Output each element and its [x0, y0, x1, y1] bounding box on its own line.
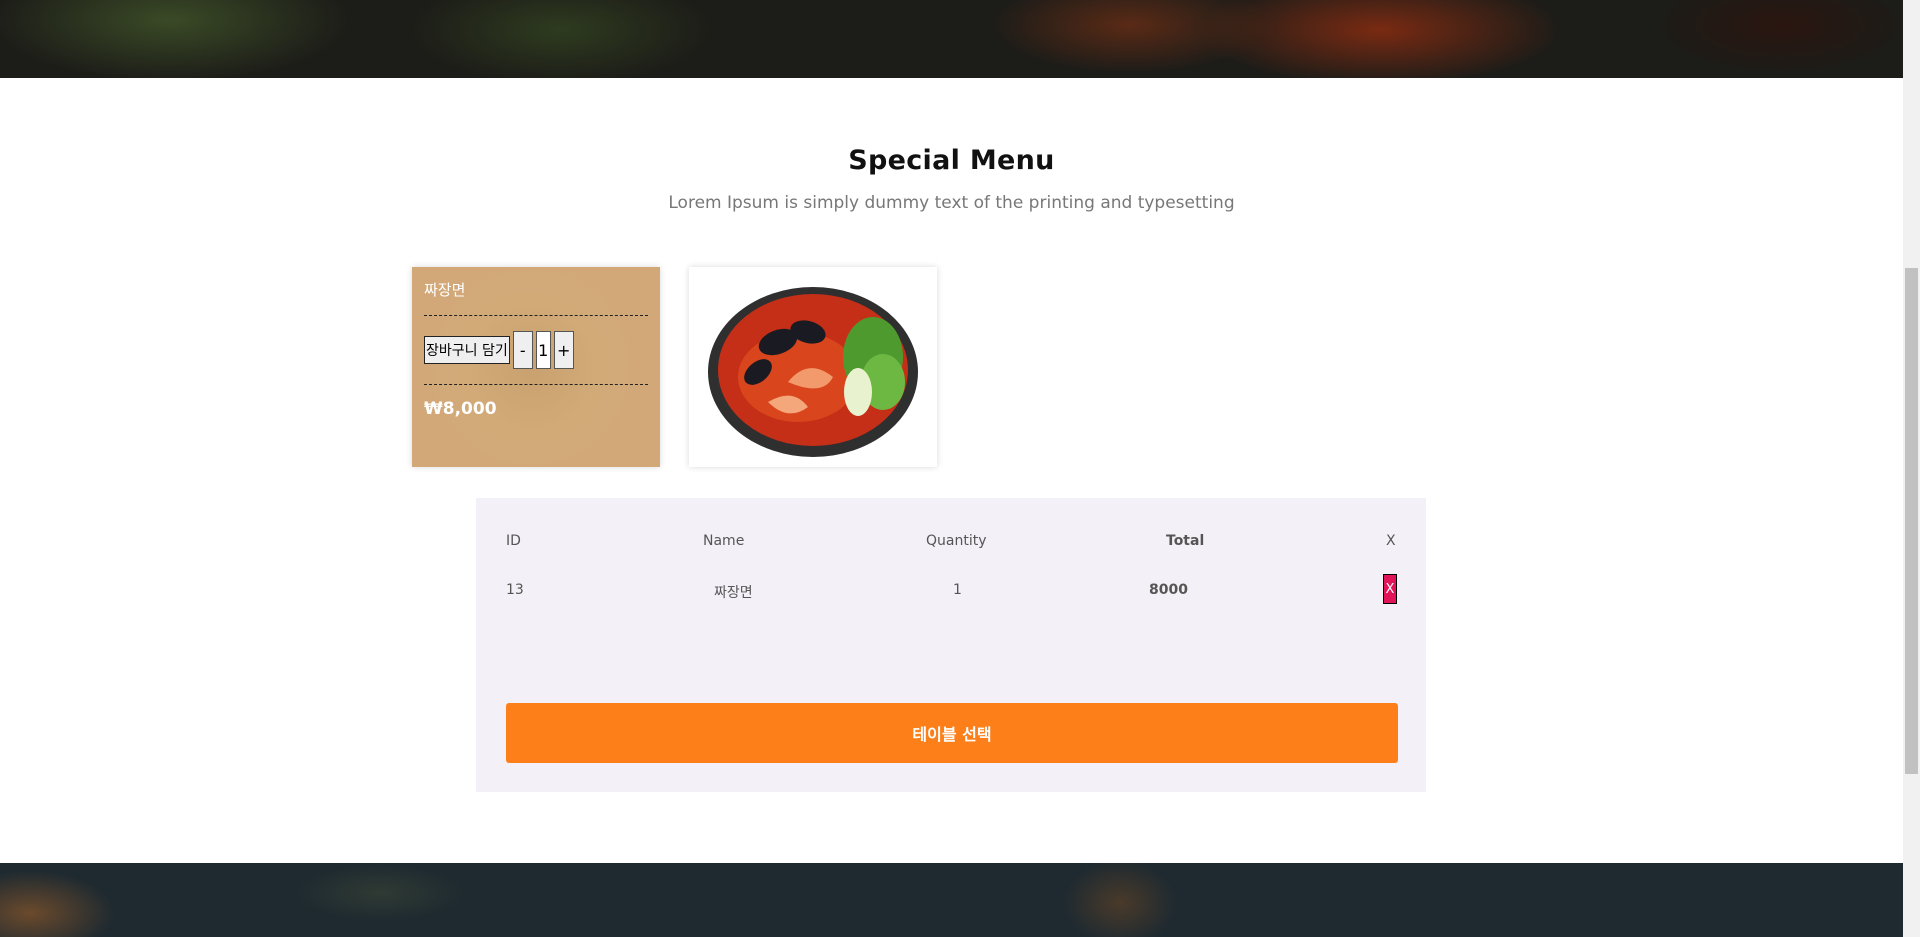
- cart-panel: ID Name Quantity Total X 13 짜장면 1 8000 X…: [476, 498, 1426, 792]
- hero-banner-top: [0, 0, 1903, 78]
- scrollbar[interactable]: [1903, 0, 1920, 937]
- divider: [424, 315, 648, 316]
- quantity-value: 1: [535, 331, 551, 369]
- menu-controls: 장바구니 담기 - 1 +: [424, 330, 648, 370]
- row-quantity: 1: [953, 582, 962, 598]
- section-subtitle: Lorem Ipsum is simply dummy text of the …: [668, 193, 1235, 213]
- menu-card-image[interactable]: [689, 267, 937, 467]
- header-id: ID: [506, 533, 521, 549]
- row-total: 8000: [1149, 582, 1188, 598]
- row-name: 짜장면: [714, 585, 753, 601]
- select-table-button[interactable]: 테이블 선택: [506, 703, 1398, 763]
- footer-banner: [0, 863, 1903, 937]
- header-remove: X: [1386, 533, 1396, 549]
- seafood-noodle-soup-image: [708, 287, 918, 457]
- remove-item-button[interactable]: X: [1383, 574, 1397, 604]
- header-total: Total: [1166, 533, 1205, 549]
- menu-item-price: ₩8,000: [424, 399, 497, 419]
- header-quantity: Quantity: [926, 533, 987, 549]
- add-to-cart-button[interactable]: 장바구니 담기: [424, 336, 510, 364]
- increase-quantity-button[interactable]: +: [553, 331, 574, 369]
- menu-item-name: 짜장면: [424, 281, 466, 299]
- section-title: Special Menu: [848, 145, 1055, 176]
- row-id: 13: [506, 582, 524, 598]
- menu-card-hover[interactable]: 짜장면 장바구니 담기 - 1 + ₩8,000: [412, 267, 660, 467]
- divider: [424, 384, 648, 385]
- decrease-quantity-button[interactable]: -: [512, 331, 533, 369]
- scrollbar-thumb[interactable]: [1905, 268, 1918, 774]
- header-name: Name: [703, 533, 745, 549]
